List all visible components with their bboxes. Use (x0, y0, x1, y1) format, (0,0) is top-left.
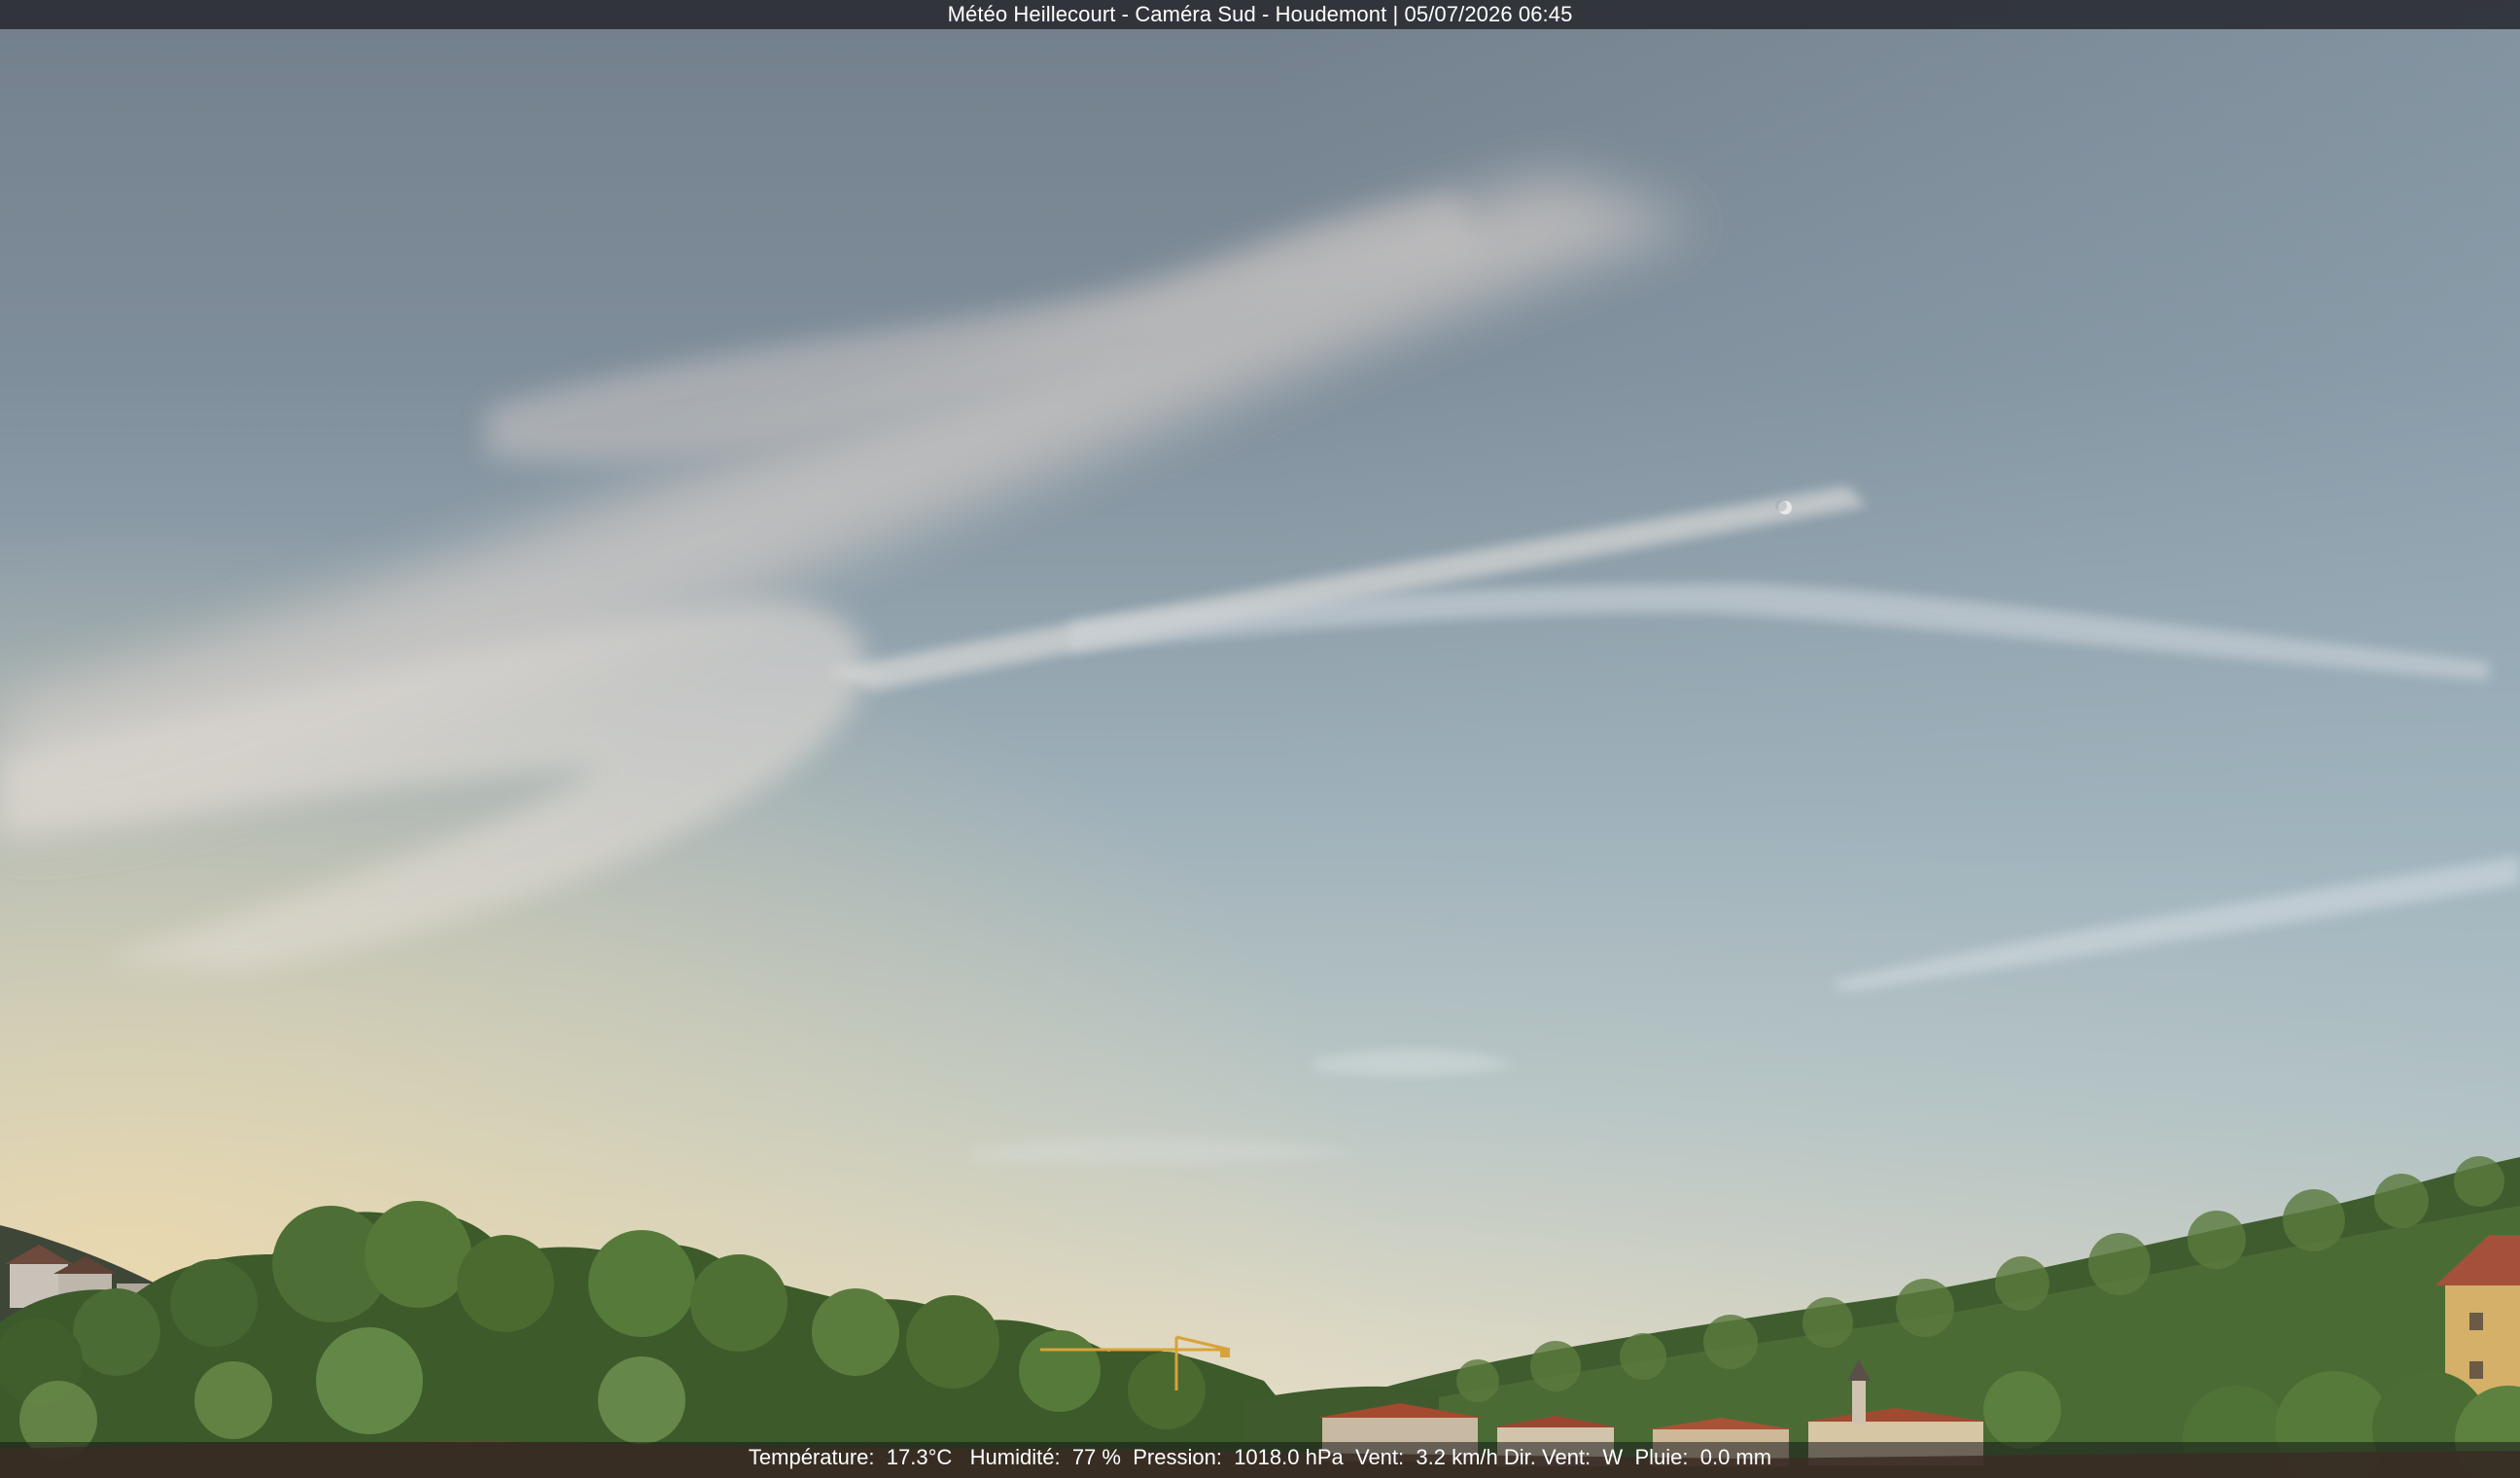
wind-dir-value: W (1602, 1445, 1624, 1469)
rain-label: Pluie: (1634, 1445, 1689, 1469)
wind-value: 3.2 km/h (1416, 1445, 1498, 1469)
pressure-label: Pression: (1133, 1445, 1222, 1469)
temperature-label: Température: (748, 1445, 875, 1469)
humidity-label: Humidité: (969, 1445, 1061, 1469)
webcam-image (0, 0, 2520, 1478)
wind-dir-label: Dir. Vent: (1503, 1445, 1592, 1469)
camera-title-bar: Météo Heillecourt - Caméra Sud - Houdemo… (0, 0, 2520, 29)
temperature-value: 17.3°C (886, 1445, 953, 1469)
weather-data-bar: Température: 17.3°C Humidité: 77 % Press… (0, 1442, 2520, 1478)
pressure-value: 1018.0 hPa (1234, 1445, 1344, 1469)
rain-value: 0.0 mm (1699, 1445, 1772, 1469)
wind-label: Vent: (1354, 1445, 1405, 1469)
camera-title: Météo Heillecourt - Caméra Sud - Houdemo… (947, 2, 1573, 26)
humidity-value: 77 % (1071, 1445, 1121, 1469)
webcam-frame: Météo Heillecourt - Caméra Sud - Houdemo… (0, 0, 2520, 1478)
